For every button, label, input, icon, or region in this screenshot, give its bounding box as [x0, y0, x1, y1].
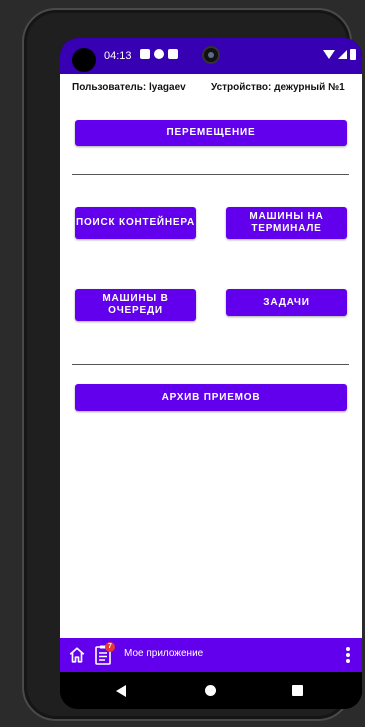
user-info-row: Пользователь: lyagaev Устройство: дежурн…	[60, 82, 362, 96]
circle-status-icon	[154, 49, 164, 59]
tasks-badge: 7	[105, 642, 115, 652]
status-time: 04:13	[104, 50, 132, 62]
more-vert-icon[interactable]	[346, 647, 350, 663]
system-nav-bar	[60, 672, 362, 709]
tasks-button[interactable]: ЗАДАЧИ	[226, 289, 347, 316]
bottom-app-bar: 7 Мое приложение	[60, 638, 362, 672]
user-label: Пользователь: lyagaev	[72, 82, 186, 93]
cars-in-queue-button[interactable]: МАШИНЫ В ОЧЕРЕДИ	[75, 289, 196, 321]
sim-icon	[168, 49, 178, 59]
status-icons-right	[323, 49, 356, 60]
phone-screen: 04:13 Пользователь: lyagaev Устройство: …	[60, 38, 362, 709]
wifi-icon	[323, 50, 335, 59]
recents-icon[interactable]	[292, 685, 303, 696]
front-camera	[202, 46, 220, 64]
receipt-archive-button[interactable]: АРХИВ ПРИЕМОВ	[75, 384, 347, 411]
back-icon[interactable]	[116, 685, 126, 697]
main-content: Пользователь: lyagaev Устройство: дежурн…	[60, 74, 362, 638]
notification-icon	[140, 49, 150, 59]
device-label: Устройство: дежурный №1	[211, 82, 345, 93]
nav-home-icon[interactable]	[205, 685, 216, 696]
cars-on-terminal-button[interactable]: МАШИНЫ НА ТЕРМИНАЛЕ	[226, 207, 347, 239]
battery-icon	[350, 49, 356, 60]
container-search-button[interactable]: ПОИСК КОНТЕЙНЕРА	[75, 207, 196, 239]
move-button[interactable]: ПЕРЕМЕЩЕНИЕ	[75, 120, 347, 146]
divider-top	[72, 174, 349, 175]
status-bar: 04:13	[60, 38, 362, 74]
home-icon[interactable]	[68, 646, 86, 664]
app-title: Мое приложение	[124, 648, 204, 659]
camera-cutout	[72, 48, 96, 72]
signal-icon	[338, 50, 347, 59]
divider-bottom	[72, 364, 349, 365]
phone-frame: 04:13 Пользователь: lyagaev Устройство: …	[22, 8, 362, 721]
status-icons-left	[140, 49, 178, 59]
